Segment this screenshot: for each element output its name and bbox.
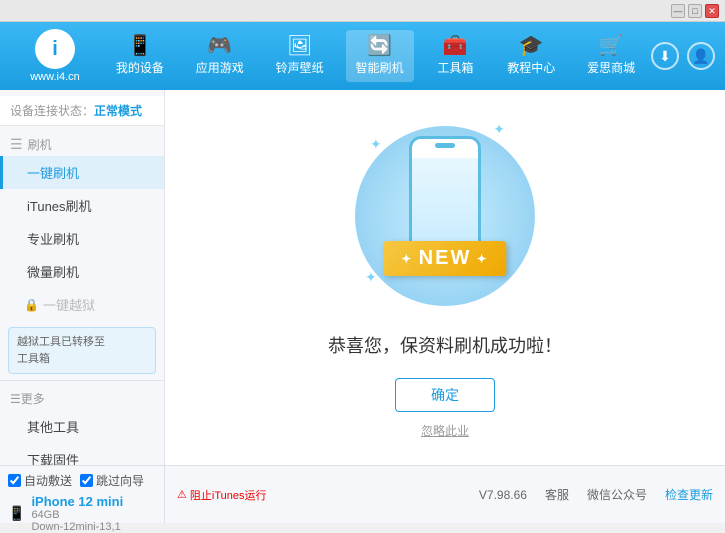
confirm-button[interactable]: 确定 [395,378,495,412]
sidebar-item-itunes-flash[interactable]: iTunes刷机 [0,189,164,222]
device-row: 📱 iPhone 12 mini 64GB Down-12mini-13,1 [8,494,156,533]
bottom-area: 自动敷送 跳过向导 📱 iPhone 12 mini 64GB Down-12m… [0,465,725,523]
section2-icon: ☰ [10,392,21,406]
nav-right: ⬇ 👤 [651,42,715,70]
store-icon: 🛒 [599,36,624,56]
notice-text: 越狱工具已转移至 工具箱 [17,336,105,365]
nav-items: 📱 我的设备 🎮 应用游戏 🖼 铃声壁纸 🔄 智能刷机 🧰 工具箱 🎓 教程中心… [100,22,651,90]
itunes-flash-label: iTunes刷机 [27,199,92,214]
skip-wizard-text: 跳过向导 [96,472,144,489]
divider [0,380,164,381]
nav-my-device[interactable]: 📱 我的设备 [106,30,174,82]
auto-deliver-label[interactable]: 自动敷送 [8,472,72,489]
pro-flash-label: 专业刷机 [27,232,79,247]
lock-icon: 🔒 [24,298,39,312]
device-block: iPhone 12 mini 64GB Down-12mini-13,1 [31,494,123,533]
skip-wizard-checkbox[interactable] [80,474,93,487]
content-row: 设备连接状态：正常模式 ☰ 刷机 一键刷机 iTunes刷机 专业刷机 微量刷机… [0,90,725,465]
device-size: 64GB [31,509,123,521]
apps-icon: 🎮 [207,36,232,56]
support-link[interactable]: 客服 [545,486,569,503]
warning-icon: ⚠ [177,488,187,501]
section1-label: 刷机 [28,136,52,153]
nav-my-device-label: 我的设备 [116,59,164,76]
sparkle-2: ✦ [493,121,505,138]
logo-area: i www.i4.cn [10,29,100,83]
sidebar-item-one-key-flash[interactable]: 一键刷机 [0,156,164,189]
phone-small-icon: 📱 [8,505,25,522]
new-banner: NEW [383,241,506,276]
my-device-icon: 📱 [127,36,152,56]
bottom-right-panel: ⚠ 阻止iTunes运行 V7.98.66 客服 微信公众号 检查更新 [165,466,725,523]
nav-toolbox[interactable]: 🧰 工具箱 [425,30,485,82]
tutorials-icon: 🎓 [519,36,544,56]
one-key-flash-label: 一键刷机 [27,166,79,181]
dfu-flash-label: 微量刷机 [27,265,79,280]
jailbreak-label: 一键越狱 [43,295,95,314]
bottom-left-panel: 自动敷送 跳过向导 📱 iPhone 12 mini 64GB Down-12m… [0,466,165,523]
smart-flash-icon: 🔄 [367,36,392,56]
status-bar: 设备连接状态：正常模式 [0,96,164,126]
device-name: iPhone 12 mini [31,494,123,509]
nav-apps[interactable]: 🎮 应用游戏 [186,30,254,82]
sidebar-item-pro-flash[interactable]: 专业刷机 [0,222,164,255]
status-value: 正常模式 [94,104,142,118]
phone-notch [435,143,455,148]
sidebar: 设备连接状态：正常模式 ☰ 刷机 一键刷机 iTunes刷机 专业刷机 微量刷机… [0,90,165,465]
nav-wallpaper-label: 铃声壁纸 [276,59,324,76]
titlebar: — □ ✕ [0,0,725,22]
close-btn[interactable]: ✕ [705,4,719,18]
itunes-notice-text: 阻止iTunes运行 [190,487,267,503]
sidebar-item-dfu-flash[interactable]: 微量刷机 [0,255,164,288]
toolbox-icon: 🧰 [443,36,468,56]
nav-tutorials-label: 教程中心 [507,59,555,76]
logo-text: www.i4.cn [30,71,80,83]
nav-toolbox-label: 工具箱 [437,59,473,76]
section1-header: ☰ 刷机 [0,130,164,156]
other-tools-label: 其他工具 [27,420,79,435]
wechat-link[interactable]: 微信公众号 [587,486,647,503]
nav-store[interactable]: 🛒 爱思商城 [577,30,645,82]
sparkle-3: ✦ [365,269,377,286]
itunes-notice: ⚠ 阻止iTunes运行 [177,487,266,503]
logo-icon: i [35,29,75,69]
nav-tutorials[interactable]: 🎓 教程中心 [497,30,565,82]
bottom-links: V7.98.66 客服 微信公众号 检查更新 [479,486,713,503]
nav-apps-label: 应用游戏 [196,59,244,76]
maximize-btn[interactable]: □ [688,4,702,18]
skip-wizard-label[interactable]: 跳过向导 [80,472,144,489]
auto-deliver-text: 自动敷送 [24,472,72,489]
checkboxes: 自动敷送 跳过向导 [8,472,156,489]
success-text: 恭喜您，保资料刷机成功啦！ [328,332,562,358]
phone-illustration: ✦ ✦ ✦ NEW [355,116,535,316]
nav-smart-flash-label: 智能刷机 [356,59,404,76]
sidebar-item-other-tools[interactable]: 其他工具 [0,410,164,443]
user-btn[interactable]: 👤 [687,42,715,70]
nav-store-label: 爱思商城 [587,59,635,76]
header: i www.i4.cn 📱 我的设备 🎮 应用游戏 🖼 铃声壁纸 🔄 智能刷机 … [0,22,725,90]
update-link[interactable]: 检查更新 [665,486,713,503]
section2-header: ☰ 更多 [0,385,164,410]
main-content: ✦ ✦ ✦ NEW 恭喜您，保资料刷机成功啦！ 确定 忽略此业 [165,90,725,465]
skip-link[interactable]: 忽略此业 [421,422,469,439]
sparkle-1: ✦ [370,136,382,153]
status-label: 设备连接状态： [10,104,94,118]
minimize-btn[interactable]: — [671,4,685,18]
download-btn[interactable]: ⬇ [651,42,679,70]
nav-smart-flash[interactable]: 🔄 智能刷机 [346,30,414,82]
sidebar-item-jailbreak: 🔒 一键越狱 [0,288,164,321]
download-firm-label: 下载固件 [27,453,79,465]
nav-wallpaper[interactable]: 🖼 铃声壁纸 [266,30,334,82]
body: 设备连接状态：正常模式 ☰ 刷机 一键刷机 iTunes刷机 专业刷机 微量刷机… [0,90,725,523]
notice-box: 越狱工具已转移至 工具箱 [8,327,156,374]
wallpaper-icon: 🖼 [287,36,312,56]
sidebar-item-download-firm[interactable]: 下载固件 [0,443,164,465]
version-text: V7.98.66 [479,488,527,502]
section1-icon: ☰ [10,136,23,153]
auto-deliver-checkbox[interactable] [8,474,21,487]
section2-label: 更多 [21,390,45,407]
